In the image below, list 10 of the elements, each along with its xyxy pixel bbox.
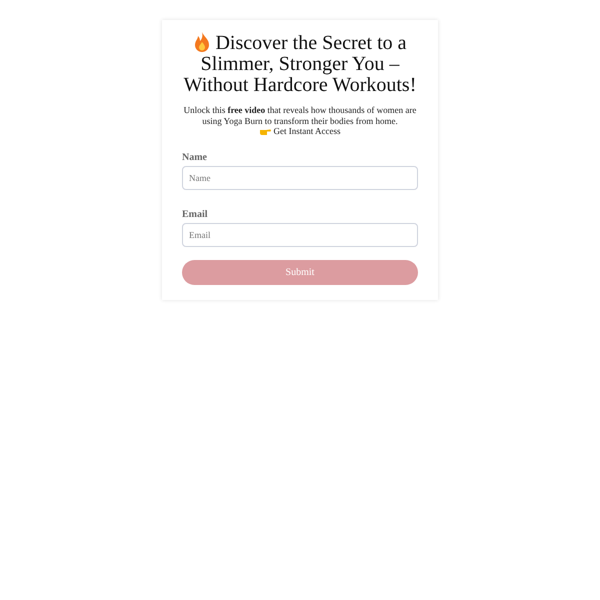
fire-icon [193, 32, 212, 52]
input-field[interactable]: Email [182, 223, 418, 247]
headline: Discover the Secret to a Slimmer, Stronger You – Without Hardcore Workouts! [182, 32, 418, 96]
cta-text: Get Instant Access [274, 126, 340, 136]
input-field[interactable]: Name [182, 166, 418, 190]
submit-button[interactable]: Submit [182, 260, 418, 285]
field-label: Email [182, 209, 209, 220]
description: Unlock this free video that reveals how thousands of women are using Yoga Burn to transform their bodies from home. [182, 105, 418, 126]
field-label: Name [182, 152, 208, 163]
pointing-hand-icon [260, 126, 270, 136]
